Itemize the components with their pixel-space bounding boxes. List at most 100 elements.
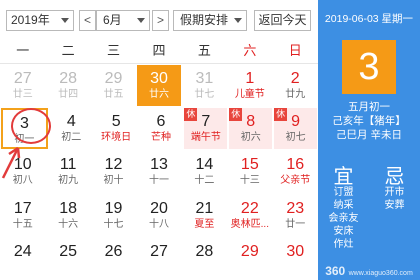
- watermark-logo: 360 www.xiaguo360.com: [318, 264, 420, 278]
- weekday-label: 日: [288, 43, 302, 58]
- calendar-day-cell[interactable]: 13 十一: [137, 151, 180, 192]
- lunar-label: 初十: [103, 175, 124, 187]
- calendar-day-cell[interactable]: 15 十三: [228, 151, 271, 192]
- calendar-day-cell[interactable]: 31 廿七: [183, 65, 226, 106]
- lunar-label: 十八: [148, 218, 169, 230]
- calendar-day-cell[interactable]: 27 廿三: [1, 65, 44, 106]
- calendar-day-cell[interactable]: 6 芒种: [140, 108, 183, 149]
- calendar-day-cell[interactable]: 30: [274, 238, 317, 279]
- lunar-label: 初二: [61, 132, 82, 144]
- ji-item: 安葬: [384, 200, 405, 211]
- calendar-day-cell[interactable]: 27: [137, 238, 180, 279]
- lunar-label: 芒种: [151, 132, 171, 144]
- day-number: 28: [195, 242, 214, 260]
- calendar-day-cell[interactable]: 5 环境日: [95, 108, 138, 149]
- calendar-day-cell[interactable]: 30 廿六: [137, 65, 181, 107]
- calendar-day-cell[interactable]: 22 奥林匹...: [228, 195, 271, 236]
- calendar-day-cell[interactable]: 26: [92, 238, 135, 279]
- weekday-label: 四: [152, 43, 166, 58]
- yi-item: 会亲友: [328, 213, 359, 224]
- calendar-day-cell[interactable]: 4 初二: [50, 108, 93, 149]
- day-number: 15: [240, 156, 259, 174]
- lunar-label: 十三: [239, 175, 260, 187]
- calendar-week-row: 17 十五 18 十六 19 十七 20 十八 21 夏至 22 奥林匹... 23 廿一: [0, 194, 318, 237]
- calendar-day-cell[interactable]: 1 儿童节: [228, 65, 271, 106]
- month-select[interactable]: 6月: [96, 10, 150, 31]
- ji-item: 开市: [384, 187, 405, 198]
- highlight-circle: [11, 108, 51, 144]
- calendar-day-cell[interactable]: 21 夏至: [183, 195, 226, 236]
- day-number: 5: [111, 113, 121, 131]
- calendar-day-cell[interactable]: 19 十七: [92, 195, 135, 236]
- yi-item: 作灶: [333, 239, 354, 250]
- lunar-label: 初六: [240, 132, 261, 144]
- day-number: 11: [59, 156, 77, 174]
- day-number: 26: [104, 242, 123, 260]
- day-number: 6: [156, 113, 166, 131]
- yi-item: 纳采: [333, 200, 354, 211]
- lunar-label: 十五: [12, 218, 33, 230]
- calendar-day-cell[interactable]: 11 初九: [46, 151, 89, 192]
- holiday-select[interactable]: 假期安排: [173, 10, 247, 31]
- calendar-day-cell[interactable]: 20 十八: [137, 195, 180, 236]
- calendar-day-cell[interactable]: 12 初十: [92, 151, 135, 192]
- day-number: 21: [195, 199, 214, 217]
- calendar-day-cell[interactable]: 23 廿一: [274, 195, 317, 236]
- holiday-badge: 休: [184, 108, 198, 122]
- back-to-today-button[interactable]: 返回今天: [254, 10, 311, 31]
- day-number: 25: [59, 242, 78, 260]
- weekday-label: 五: [197, 43, 211, 58]
- lunar-label: 儿童节: [234, 89, 265, 100]
- chevron-down-icon: [137, 18, 145, 23]
- lunar-label: 廿四: [58, 89, 79, 100]
- lunar-label: 廿一: [285, 218, 306, 230]
- calendar-day-cell[interactable]: 14 十二: [183, 151, 226, 192]
- weekday-label: 六: [243, 43, 257, 58]
- prev-month-button[interactable]: <: [79, 10, 96, 31]
- holiday-badge: 休: [229, 108, 243, 122]
- lunar-label: 端午节: [190, 132, 221, 144]
- calendar-day-cell[interactable]: 25: [46, 238, 89, 279]
- calendar-day-cell[interactable]: 17 十五: [1, 195, 44, 236]
- calendar-day-cell[interactable]: 24: [1, 238, 44, 279]
- yi-title: 宜: [333, 166, 354, 188]
- day-number: 2: [290, 70, 300, 87]
- lunar-ganzhi: 己巳月 辛未日: [336, 129, 402, 141]
- day-number: 28: [59, 70, 78, 87]
- calendar-day-cell[interactable]: 29: [228, 238, 271, 279]
- calendar-day-cell[interactable]: 休 7 端午节: [184, 108, 228, 150]
- lunar-label: 十六: [58, 218, 79, 230]
- lunar-label: 奥林匹...: [230, 218, 269, 230]
- day-number: 30: [286, 242, 305, 260]
- calendar-day-cell[interactable]: 28: [183, 238, 226, 279]
- day-number: 12: [104, 156, 123, 174]
- next-month-button[interactable]: >: [152, 10, 169, 31]
- calendar-toolbar: 2019年 < 6月 > 假期安排 返回今天: [0, 0, 318, 38]
- lunar-label: 夏至: [194, 218, 215, 230]
- lunar-label: 廿七: [194, 89, 215, 100]
- ji-title: 忌: [384, 166, 405, 188]
- calendar-day-cell[interactable]: 29 廿五: [92, 65, 135, 106]
- lunar-label: 十七: [103, 218, 124, 230]
- month-select-value: 6月: [103, 13, 122, 27]
- calendar-day-cell[interactable]: 2 廿九: [274, 65, 317, 106]
- day-number: 31: [195, 70, 214, 87]
- calendar-day-cell[interactable]: 休 8 初六: [229, 108, 273, 150]
- day-number: 29: [240, 242, 259, 260]
- day-number: 14: [195, 156, 214, 174]
- lunar-label: 廿三: [12, 89, 33, 100]
- day-number: 18: [59, 199, 78, 217]
- calendar-day-cell[interactable]: 18 十六: [46, 195, 89, 236]
- lunar-label: 初七: [285, 132, 306, 144]
- lunar-label: 廿九: [285, 89, 306, 100]
- calendar-day-cell[interactable]: 28 廿四: [46, 65, 89, 106]
- calendar-day-cell[interactable]: 16 父亲节: [274, 151, 317, 192]
- yi-list: 订盟 纳采 会亲友 安床 作灶: [318, 186, 369, 251]
- watermark-site: www.xiaguo360.com: [348, 270, 413, 277]
- day-number: 29: [104, 70, 123, 87]
- calendar-week-row: 10 初八 11 初九 12 初十 13 十一 14 十二 15 十三 16 父亲节: [0, 150, 318, 193]
- year-select[interactable]: 2019年: [6, 10, 74, 31]
- holiday-badge: 休: [274, 108, 288, 122]
- day-number: 20: [150, 199, 168, 217]
- calendar-day-cell[interactable]: 休 9 初七: [274, 108, 318, 150]
